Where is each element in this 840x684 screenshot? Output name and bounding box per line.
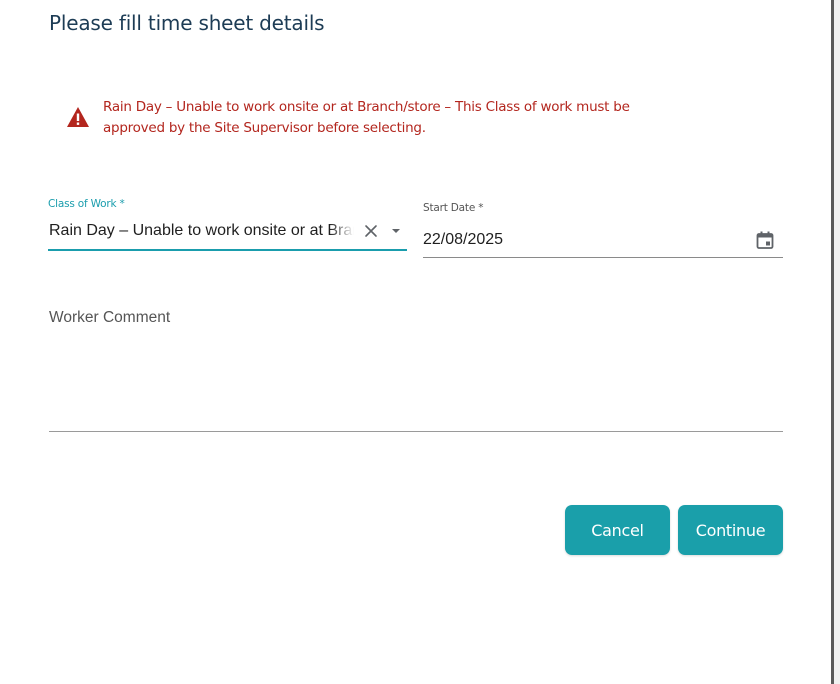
window-edge	[831, 0, 840, 684]
start-date-field[interactable]: Start Date * 22/08/2025	[423, 202, 783, 258]
cancel-button[interactable]: Cancel	[565, 505, 670, 555]
warning-alert: Rain Day – Unable to work onsite or at B…	[66, 97, 746, 139]
alert-message: Rain Day – Unable to work onsite or at B…	[103, 97, 630, 139]
worker-comment-field[interactable]: Worker Comment	[49, 307, 783, 432]
continue-button[interactable]: Continue	[678, 505, 783, 555]
start-date-label: Start Date *	[423, 202, 484, 214]
alert-message-line: approved by the Site Supervisor before s…	[103, 120, 426, 136]
dialog-title: Please fill time sheet details	[49, 11, 325, 35]
warning-triangle-icon	[66, 106, 90, 128]
class-of-work-label: Class of Work *	[48, 198, 125, 210]
timesheet-dialog: Please fill time sheet details Rain Day …	[0, 0, 840, 684]
alert-message-line: Rain Day – Unable to work onsite or at B…	[103, 99, 630, 115]
class-of-work-value[interactable]: Rain Day – Unable to work onsite or at B…	[48, 222, 354, 240]
calendar-icon[interactable]	[753, 228, 777, 252]
class-of-work-input[interactable]: Rain Day – Unable to work onsite or at B…	[48, 219, 407, 251]
start-date-value[interactable]: 22/08/2025	[423, 231, 753, 249]
close-icon[interactable]	[360, 220, 382, 242]
caret-down-icon[interactable]	[385, 220, 407, 242]
worker-comment-input[interactable]	[49, 335, 783, 429]
start-date-input[interactable]: 22/08/2025	[423, 224, 783, 258]
worker-comment-label: Worker Comment	[49, 309, 171, 326]
class-of-work-select[interactable]: Class of Work * Rain Day – Unable to wor…	[48, 198, 407, 251]
